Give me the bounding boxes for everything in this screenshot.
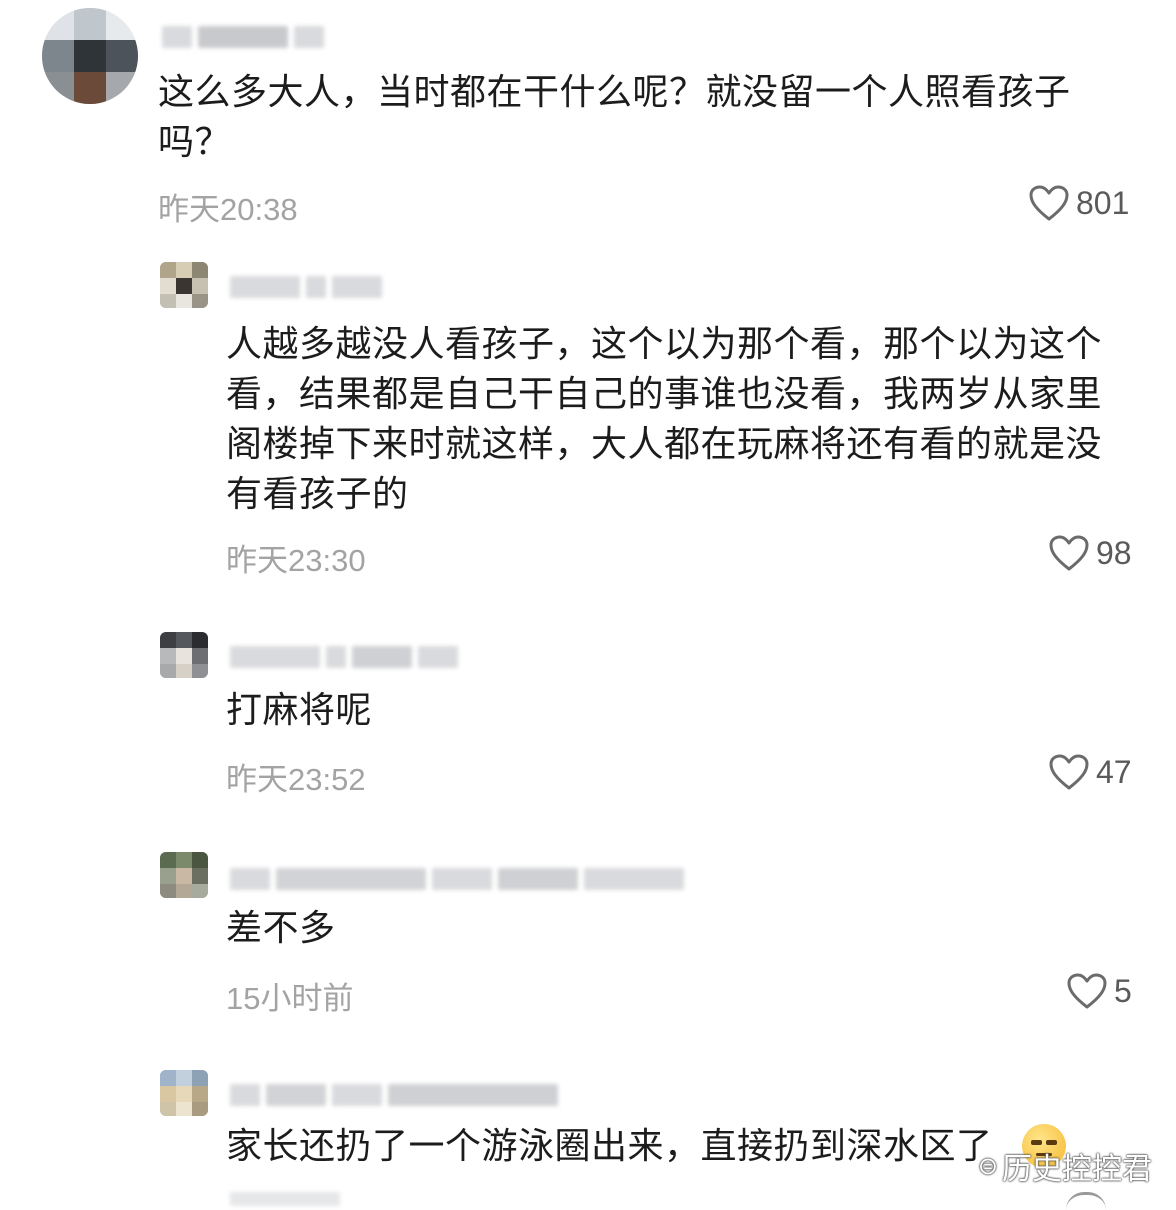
- comment-text: 家长还扔了一个游泳圈出来，直接扔到深水区了: [226, 1126, 993, 1167]
- like-button[interactable]: 5: [1066, 971, 1132, 1011]
- like-count: 98: [1096, 534, 1132, 571]
- heart-outline-icon: [1049, 535, 1089, 571]
- next-like-heart-icon: [1066, 1192, 1106, 1210]
- comment-time: 15小时前: [226, 981, 354, 1016]
- watermark-text: 历史控控君: [1002, 1152, 1152, 1187]
- username-blurred[interactable]: [230, 274, 382, 300]
- avatar[interactable]: [42, 8, 138, 104]
- comment-time: 昨天20:38: [158, 192, 298, 227]
- comment-time: 昨天23:30: [226, 543, 366, 578]
- like-count: 47: [1096, 753, 1132, 790]
- avatar[interactable]: [160, 632, 208, 678]
- comment-text: 这么多大人，当时都在干什么呢？就没留一个人照看孩子吗？: [158, 72, 1071, 163]
- watermark-logo-icon: ⊜: [977, 1152, 998, 1180]
- like-button[interactable]: 47: [1048, 752, 1132, 792]
- username-blurred[interactable]: [162, 24, 324, 50]
- heart-outline-icon: [1049, 754, 1089, 790]
- bottom-cutoff: [0, 1190, 1176, 1207]
- comment-text: 打麻将呢: [226, 690, 373, 731]
- heart-outline-icon: [1029, 185, 1069, 221]
- username-blurred[interactable]: [230, 644, 458, 670]
- like-count: 801: [1076, 184, 1130, 221]
- comment-time: 昨天23:52: [226, 762, 366, 797]
- heart-outline-icon: [1067, 973, 1107, 1009]
- next-username-blurred: [230, 1192, 340, 1206]
- username-blurred[interactable]: [230, 866, 684, 892]
- like-count: 5: [1114, 972, 1132, 1009]
- username-blurred[interactable]: [230, 1082, 558, 1108]
- like-button[interactable]: 98: [1048, 533, 1132, 573]
- comment-text: 差不多: [226, 908, 336, 949]
- avatar[interactable]: [160, 852, 208, 898]
- like-button[interactable]: 801: [1028, 183, 1129, 223]
- avatar[interactable]: [160, 262, 208, 308]
- watermark: ⊜ 历史控控君: [978, 1144, 1152, 1188]
- comment-text: 人越多越没人看孩子，这个以为那个看，那个以为这个看，结果都是自己干自己的事谁也没…: [226, 324, 1103, 515]
- avatar[interactable]: [160, 1070, 208, 1116]
